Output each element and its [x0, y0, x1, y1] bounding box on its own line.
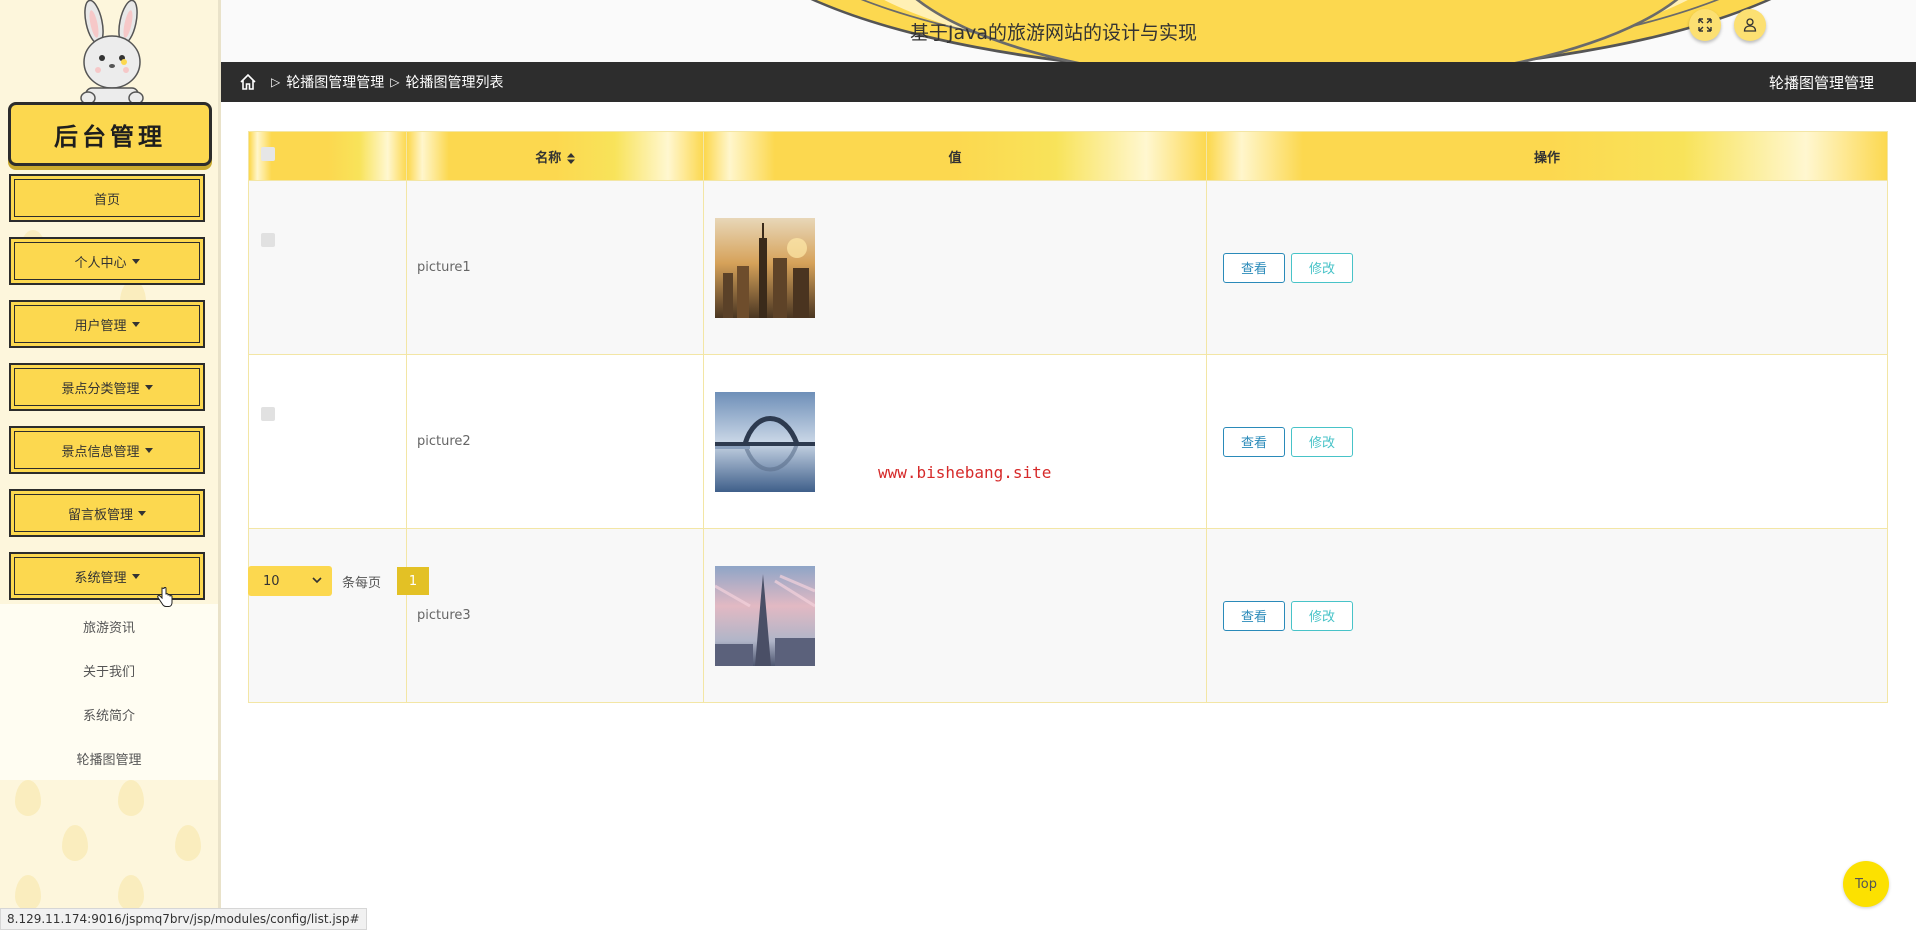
table-row: picture3 查看 修改	[248, 528, 1888, 703]
submenu-item-carousel-management[interactable]: 轮播图管理	[0, 736, 218, 780]
menu-item-personal-center[interactable]: 个人中心	[9, 237, 205, 285]
column-header-name[interactable]: 名称	[406, 131, 704, 181]
hand-cursor-icon	[157, 587, 173, 607]
sort-icon	[566, 152, 575, 164]
top-header: 基于Java的旅游网站的设计与实现	[221, 0, 1916, 62]
pagination: 10 条每页 1	[248, 566, 430, 596]
caret-down-icon	[131, 573, 140, 579]
breadcrumb-item[interactable]: 轮播图管理列表	[405, 72, 503, 92]
row-checkbox[interactable]	[261, 233, 275, 247]
value-cell	[703, 354, 1207, 529]
select-all-checkbox[interactable]	[261, 147, 275, 161]
actions-cell: 查看 修改	[1206, 528, 1888, 703]
view-button[interactable]: 查看	[1223, 600, 1285, 631]
edit-button[interactable]: 修改	[1291, 600, 1353, 631]
caret-down-icon	[144, 384, 153, 390]
back-to-top-button[interactable]: Top	[1843, 861, 1889, 907]
city-sunset-thumbnail	[715, 217, 815, 318]
menu-label: 首页	[93, 192, 120, 208]
page-size-select[interactable]: 10	[248, 566, 332, 596]
checkbox-cell	[248, 354, 407, 529]
sidebar: 后台管理 首页 个人中心 用户管理 景点分类管理 景点信息管理 留言板管理 系统…	[0, 0, 221, 930]
menu-label: 留言板管理	[67, 507, 133, 523]
checkbox-cell	[248, 180, 407, 355]
value-cell	[703, 528, 1207, 703]
checkbox-cell	[248, 528, 407, 703]
home-icon	[240, 73, 256, 90]
caret-down-icon	[138, 510, 146, 516]
edit-button[interactable]: 修改	[1291, 426, 1353, 457]
menu-item-home[interactable]: 首页	[9, 174, 205, 222]
name-cell: picture1	[406, 180, 704, 355]
submenu-item-travel-news[interactable]: 旅游资讯	[0, 604, 218, 648]
actions-cell: 查看 修改	[1206, 354, 1888, 529]
menu-label: 系统管理	[74, 570, 127, 586]
caret-down-icon	[131, 258, 140, 264]
breadcrumb-separator-icon: ▷	[390, 75, 400, 89]
breadcrumb-item[interactable]: 轮播图管理管理	[286, 72, 384, 92]
user-icon	[1743, 18, 1757, 32]
menu-label: 景点信息管理	[61, 444, 140, 460]
row-checkbox[interactable]	[261, 407, 275, 421]
leaf-decoration	[175, 825, 201, 861]
watermark-text: www.bishebang.site	[878, 463, 1052, 482]
edit-button[interactable]: 修改	[1291, 252, 1353, 283]
menu-label: 用户管理	[74, 318, 127, 334]
column-header-value: 值	[703, 131, 1207, 181]
leaf-decoration	[62, 825, 88, 861]
menu-label: 景点分类管理	[61, 381, 140, 397]
home-button[interactable]	[239, 73, 257, 91]
table-row: picture2 查看 修改	[248, 354, 1888, 529]
admin-logo: 后台管理	[8, 102, 212, 166]
caret-down-icon	[144, 447, 153, 453]
breadcrumb-bar: ▷ 轮播图管理管理 ▷ 轮播图管理列表 轮播图管理管理	[221, 62, 1916, 102]
system-submenu: 旅游资讯 关于我们 系统简介 轮播图管理	[0, 604, 218, 780]
column-label: 名称	[535, 150, 562, 166]
menu-item-scenic-info[interactable]: 景点信息管理	[9, 426, 205, 474]
menu-item-scenic-category[interactable]: 景点分类管理	[9, 363, 205, 411]
column-header-actions: 操作	[1206, 131, 1888, 181]
carousel-table: 名称 值 操作 picture1 查看 修改 picture2 查看 修改 pi…	[248, 131, 1888, 703]
breadcrumb-separator-icon: ▷	[271, 75, 281, 89]
caret-down-icon	[131, 321, 140, 327]
tower-sky-thumbnail	[715, 565, 815, 666]
menu-item-system-management[interactable]: 系统管理	[9, 552, 205, 600]
leaf-decoration	[15, 875, 41, 911]
expand-icon	[1698, 18, 1712, 32]
menu-item-message-board[interactable]: 留言板管理	[9, 489, 205, 537]
menu-item-user-management[interactable]: 用户管理	[9, 300, 205, 348]
leaf-decoration	[15, 780, 41, 816]
value-cell	[703, 180, 1207, 355]
status-bar-url: 8.129.11.174:9016/jspmq7brv/jsp/modules/…	[0, 908, 367, 930]
bridge-lake-thumbnail	[715, 391, 815, 492]
user-button[interactable]	[1734, 9, 1766, 41]
chevron-down-icon	[312, 577, 322, 584]
fullscreen-button[interactable]	[1689, 9, 1721, 41]
leaf-decoration	[118, 780, 144, 816]
view-button[interactable]: 查看	[1223, 252, 1285, 283]
rabbit-mascot-icon	[80, 0, 144, 105]
site-title: 基于Java的旅游网站的设计与实现	[909, 22, 1198, 44]
submenu-item-system-intro[interactable]: 系统简介	[0, 692, 218, 736]
name-cell: picture2	[406, 354, 704, 529]
select-all-cell	[248, 131, 407, 181]
per-page-label: 条每页	[342, 575, 382, 591]
page-number-button[interactable]: 1	[397, 567, 430, 595]
actions-cell: 查看 修改	[1206, 180, 1888, 355]
table-row: picture1 查看 修改	[248, 180, 1888, 355]
page-title: 轮播图管理管理	[1768, 73, 1874, 92]
leaf-decoration	[118, 875, 144, 911]
submenu-item-about-us[interactable]: 关于我们	[0, 648, 218, 692]
menu-label: 个人中心	[74, 255, 127, 271]
page-size-value: 10	[263, 573, 280, 589]
view-button[interactable]: 查看	[1223, 426, 1285, 457]
name-cell: picture3	[406, 528, 704, 703]
